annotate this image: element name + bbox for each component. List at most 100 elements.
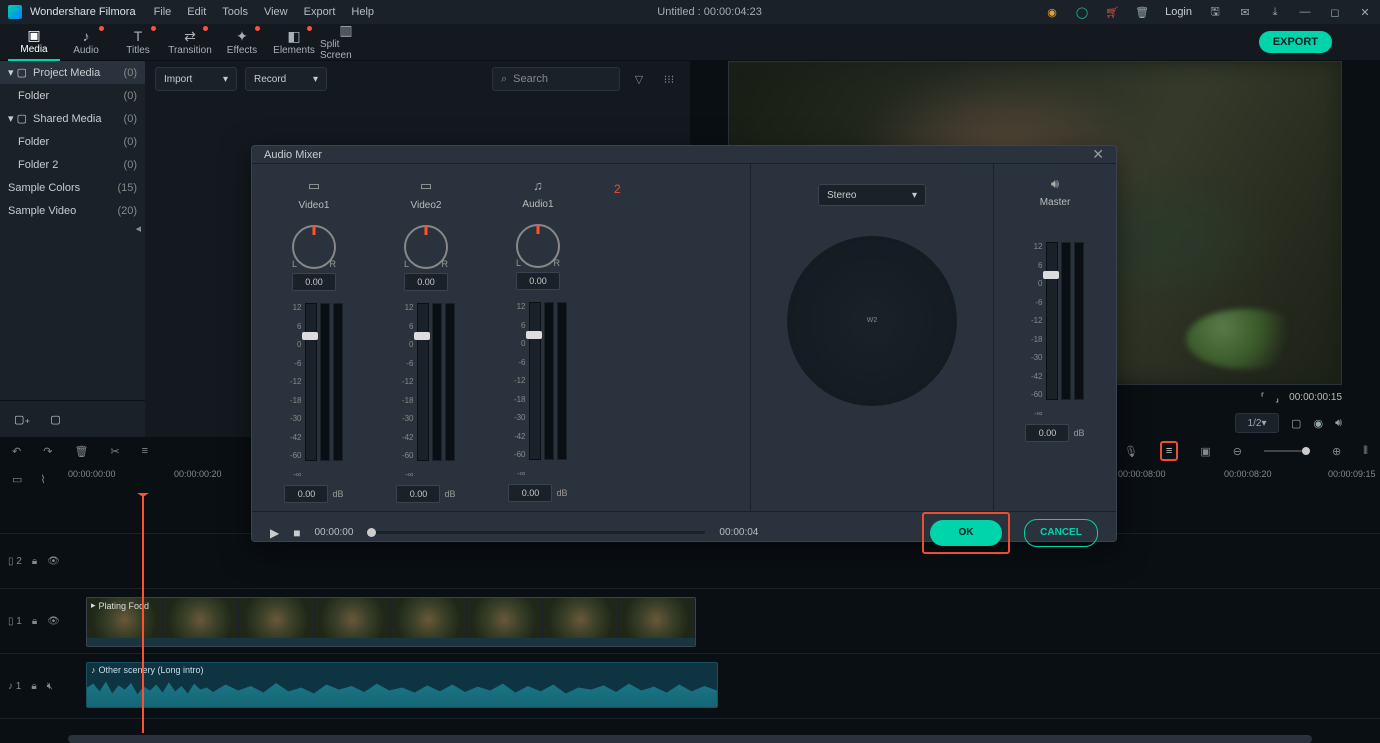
- save-icon[interactable]: 🖫: [1208, 5, 1222, 19]
- playback-slider[interactable]: [367, 531, 705, 534]
- grid-view-icon[interactable]: ⁝⁝⁝: [658, 68, 680, 90]
- pan-value[interactable]: 0.00: [292, 273, 336, 291]
- volume-fader[interactable]: [529, 302, 541, 460]
- visible-icon[interactable]: 👁︎: [47, 556, 60, 567]
- zoom-dropdown[interactable]: 1/2 ▾: [1235, 413, 1279, 433]
- snapshot-icon[interactable]: ◉: [1313, 417, 1323, 430]
- library-item[interactable]: Folder(0): [0, 84, 145, 107]
- video-clip[interactable]: ▸Plating Food: [86, 597, 696, 647]
- fader-handle[interactable]: [526, 331, 542, 339]
- minimize-icon[interactable]: —: [1298, 5, 1312, 19]
- project-media-row[interactable]: ▾ ▢ Project Media(0): [0, 61, 145, 84]
- tab-media[interactable]: ▣Media: [8, 23, 60, 61]
- audio-clip[interactable]: ♪Other scenery (Long intro): [86, 662, 718, 708]
- surround-panner[interactable]: W2: [787, 236, 957, 406]
- trash-icon[interactable]: 🗑︎: [1135, 5, 1149, 19]
- export-button[interactable]: EXPORT: [1259, 31, 1332, 53]
- playback-end: 00:00:04: [719, 527, 758, 538]
- fit-icon[interactable]: ⦀: [1363, 445, 1368, 458]
- volume-value[interactable]: 0.00: [396, 485, 440, 503]
- library-item[interactable]: ▾ ▢ Shared Media(0): [0, 107, 145, 130]
- pan-knob[interactable]: [516, 224, 560, 268]
- volume-fader[interactable]: [417, 303, 429, 461]
- support-icon[interactable]: ◯: [1075, 5, 1089, 19]
- visible-icon[interactable]: 👁︎: [47, 616, 60, 627]
- master-value[interactable]: 0.00: [1025, 424, 1069, 442]
- video-icon: ▭: [308, 178, 320, 194]
- cart-icon[interactable]: 🛒︎: [1105, 5, 1119, 19]
- stereo-dropdown[interactable]: Stereo▾: [818, 184, 926, 206]
- stop-button[interactable]: ■: [293, 526, 300, 540]
- menu-tools[interactable]: Tools: [222, 6, 248, 18]
- redo-icon[interactable]: ↷: [43, 445, 52, 458]
- tab-splitscreen[interactable]: ▥Split Screen: [320, 24, 372, 60]
- play-button[interactable]: ▶: [270, 526, 279, 540]
- volume-value[interactable]: 0.00: [284, 485, 328, 503]
- close-icon[interactable]: ✕: [1358, 5, 1372, 19]
- menu-view[interactable]: View: [264, 6, 288, 18]
- fader-handle[interactable]: [302, 332, 318, 340]
- search-input[interactable]: ⌕Search: [492, 67, 620, 91]
- import-dropdown[interactable]: Import▾: [155, 67, 237, 91]
- quality-icon[interactable]: ▢: [1291, 417, 1301, 430]
- library-item[interactable]: Sample Colors(15): [0, 176, 145, 199]
- library-item[interactable]: Folder 2(0): [0, 153, 145, 176]
- audio-track-1: ♪ 1🔒︎🔇︎ ♪Other scenery (Long intro): [0, 654, 1380, 719]
- tab-effects[interactable]: ✦Effects: [216, 24, 268, 60]
- undo-icon[interactable]: ↶: [12, 445, 21, 458]
- new-folder-icon[interactable]: ▢₊: [14, 413, 30, 426]
- library-item[interactable]: Folder(0): [0, 130, 145, 153]
- filter-icon[interactable]: ▽: [628, 68, 650, 90]
- collapse-panel[interactable]: ◂: [0, 222, 145, 236]
- delete-icon[interactable]: 🗑︎: [74, 445, 88, 458]
- menu-help[interactable]: Help: [351, 6, 374, 18]
- maximize-icon[interactable]: ◻: [1328, 5, 1342, 19]
- record-dropdown[interactable]: Record▾: [245, 67, 327, 91]
- login-button[interactable]: Login: [1165, 6, 1192, 18]
- zoom-out-icon[interactable]: ⊖: [1233, 445, 1242, 458]
- volume-fader[interactable]: [305, 303, 317, 461]
- menu-edit[interactable]: Edit: [187, 6, 206, 18]
- tab-transition[interactable]: ⇄Transition: [164, 24, 216, 60]
- ok-button[interactable]: OK: [930, 520, 1002, 546]
- zoom-slider[interactable]: [1264, 450, 1310, 452]
- pan-value[interactable]: 0.00: [516, 272, 560, 290]
- pan-knob[interactable]: [404, 225, 448, 269]
- playhead[interactable]: [142, 493, 144, 733]
- mail-icon[interactable]: ✉: [1238, 5, 1252, 19]
- tab-elements[interactable]: ◧Elements: [268, 24, 320, 60]
- zoom-in-icon[interactable]: ⊕: [1332, 445, 1341, 458]
- split-icon[interactable]: ✂: [110, 445, 119, 458]
- lock-icon[interactable]: 🔒︎: [32, 556, 37, 567]
- audio-mixer-button[interactable]: ≡: [1160, 441, 1178, 461]
- library-item[interactable]: Sample Video(20): [0, 199, 145, 222]
- mark-out-icon[interactable]: ⸥: [1275, 391, 1279, 404]
- premium-icon[interactable]: ◉: [1045, 5, 1059, 19]
- pan-knob[interactable]: [292, 225, 336, 269]
- download-icon[interactable]: ⤓: [1268, 5, 1282, 19]
- crop-icon[interactable]: ▣: [1200, 445, 1210, 458]
- timeline-scrollbar[interactable]: [0, 735, 1380, 743]
- close-icon[interactable]: ✕: [1092, 146, 1104, 163]
- menu-export[interactable]: Export: [304, 6, 336, 18]
- mute-icon[interactable]: 🔇︎: [47, 681, 53, 692]
- render-icon[interactable]: ▭: [12, 473, 22, 486]
- lock-icon[interactable]: 🔒︎: [32, 616, 37, 627]
- lock-icon[interactable]: 🔒︎: [31, 681, 36, 692]
- mark-in-icon[interactable]: ⸢: [1261, 391, 1265, 404]
- video-track-1: ▯ 1🔒︎👁︎ ▸Plating Food: [0, 589, 1380, 654]
- fader-handle[interactable]: [414, 332, 430, 340]
- record-vo-icon[interactable]: 🎙︎: [1124, 445, 1138, 458]
- fader-handle[interactable]: [1043, 271, 1059, 279]
- volume-icon[interactable]: 🔊︎: [1335, 417, 1342, 430]
- folder-icon[interactable]: ▢: [50, 413, 60, 426]
- volume-value[interactable]: 0.00: [508, 484, 552, 502]
- menu-file[interactable]: File: [154, 6, 172, 18]
- pan-value[interactable]: 0.00: [404, 273, 448, 291]
- adjust-icon[interactable]: ≡: [142, 445, 148, 457]
- tab-titles[interactable]: TTitles: [112, 24, 164, 60]
- tab-audio[interactable]: ♪Audio: [60, 24, 112, 60]
- cancel-button[interactable]: CANCEL: [1024, 519, 1098, 547]
- link-icon[interactable]: ⌇: [40, 473, 45, 486]
- master-fader[interactable]: [1046, 242, 1058, 400]
